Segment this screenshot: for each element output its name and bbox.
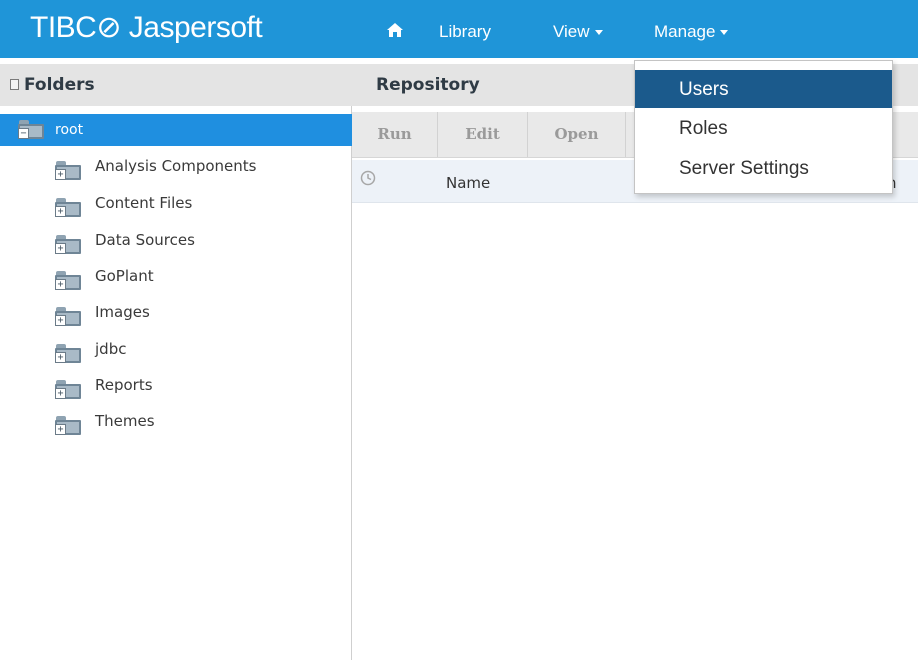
tree-root-label: root <box>55 122 84 138</box>
tree-item-images[interactable]: + Images <box>0 299 352 329</box>
folders-panel-header: Folders <box>0 64 352 106</box>
collapse-icon[interactable]: − <box>18 128 29 139</box>
nav-view-label: View <box>553 22 590 41</box>
expand-icon[interactable]: + <box>55 352 66 363</box>
folder-icon: + <box>55 235 81 255</box>
folder-icon: + <box>55 416 81 436</box>
expand-icon[interactable]: + <box>55 206 66 217</box>
app-logo[interactable]: TIBC⊘ Jaspersoft <box>30 10 263 45</box>
expand-icon[interactable]: + <box>55 424 66 435</box>
expand-icon[interactable]: + <box>55 315 66 326</box>
tree-item-goplant[interactable]: + GoPlant <box>0 263 352 293</box>
folders-title: Folders <box>24 75 95 95</box>
chevron-down-icon <box>594 30 603 36</box>
tree-item-label: Content Files <box>95 194 193 212</box>
menu-item-server-settings[interactable]: Server Settings <box>635 149 892 187</box>
repository-title: Repository <box>376 75 480 95</box>
tree-item-label: Data Sources <box>95 231 195 249</box>
home-icon[interactable] <box>385 20 405 40</box>
menu-item-users[interactable]: Users <box>635 70 892 108</box>
tree-item-analysis-components[interactable]: + Analysis Components <box>0 153 352 183</box>
folder-icon: + <box>55 380 81 400</box>
tree-item-content-files[interactable]: + Content Files <box>0 190 352 220</box>
top-navigation-bar: TIBC⊘ Jaspersoft Library View Manage <box>0 0 918 58</box>
edit-button[interactable]: Edit <box>438 112 528 157</box>
nav-manage-label: Manage <box>654 22 716 41</box>
folder-icon: + <box>55 198 81 218</box>
nav-library[interactable]: Library <box>439 22 491 42</box>
tree-item-label: Reports <box>95 376 153 394</box>
chevron-down-icon <box>720 30 729 36</box>
tree-root-item[interactable]: − root <box>0 114 352 146</box>
tree-item-label: Images <box>95 303 150 321</box>
tree-item-label: jdbc <box>95 340 127 358</box>
folders-tree: − root + Analysis Components + Content F… <box>0 106 352 660</box>
folder-icon: + <box>55 344 81 364</box>
manage-dropdown-menu: Users Roles Server Settings <box>634 60 893 194</box>
folder-icon: + <box>55 271 81 291</box>
tree-item-reports[interactable]: + Reports <box>0 372 352 402</box>
folder-icon: + <box>55 161 81 181</box>
run-button[interactable]: Run <box>352 112 438 157</box>
tree-item-label: GoPlant <box>95 267 154 285</box>
expand-icon[interactable]: + <box>55 169 66 180</box>
nav-manage[interactable]: Manage <box>654 22 729 42</box>
panel-collapse-icon[interactable] <box>10 79 19 90</box>
expand-icon[interactable]: + <box>55 279 66 290</box>
column-name[interactable]: Name <box>446 174 490 192</box>
tree-item-jdbc[interactable]: + jdbc <box>0 336 352 366</box>
menu-item-label: Users <box>679 79 729 100</box>
tree-item-label: Themes <box>95 412 155 430</box>
folder-icon: + <box>55 307 81 327</box>
tree-item-themes[interactable]: + Themes <box>0 408 352 438</box>
clock-icon[interactable] <box>360 170 376 186</box>
folder-icon: − <box>18 120 44 140</box>
nav-view[interactable]: View <box>553 22 603 42</box>
menu-item-label: Server Settings <box>679 158 809 179</box>
menu-item-label: Roles <box>679 118 728 139</box>
open-button[interactable]: Open <box>528 112 626 157</box>
expand-icon[interactable]: + <box>55 243 66 254</box>
menu-item-roles[interactable]: Roles <box>635 109 892 147</box>
expand-icon[interactable]: + <box>55 388 66 399</box>
tree-item-data-sources[interactable]: + Data Sources <box>0 227 352 257</box>
tree-item-label: Analysis Components <box>95 157 257 175</box>
